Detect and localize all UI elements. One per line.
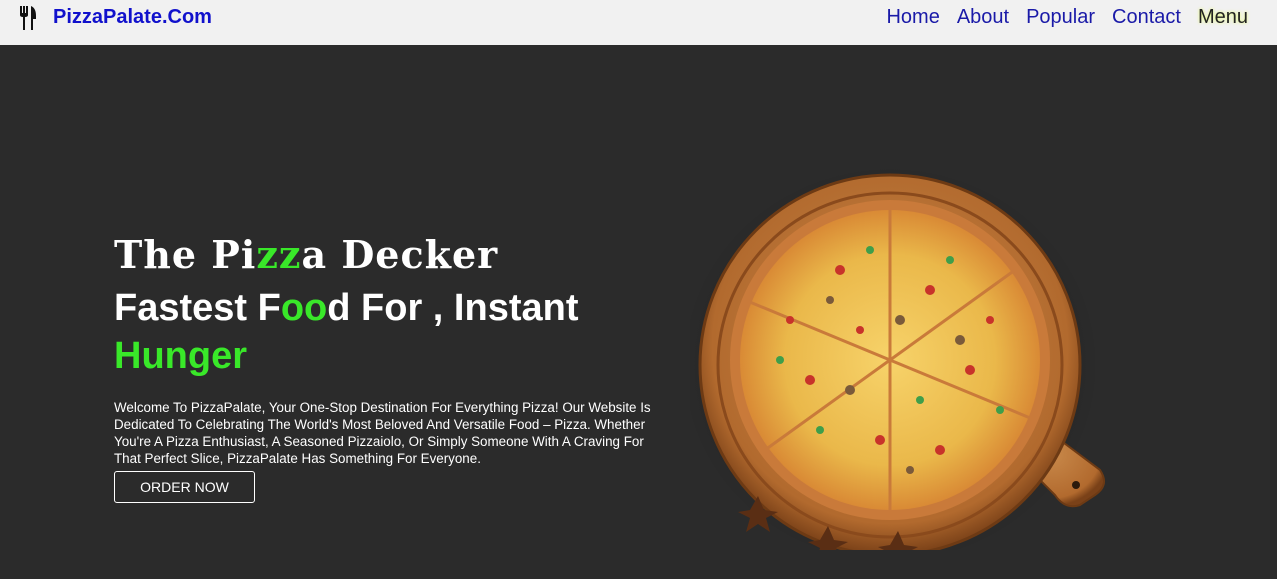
order-now-button[interactable]: ORDER NOW	[114, 471, 255, 503]
nav-link-about[interactable]: About	[957, 6, 1009, 29]
hero-section: The Pizza Decker Fastest Food For , Inst…	[0, 45, 1277, 579]
hero-tagline: The Pizza Decker	[114, 232, 498, 277]
tagline-part-1: The Pi	[114, 232, 257, 277]
brand-logo-link[interactable]: PizzaPalate.Com	[53, 6, 212, 29]
headline-highlight-food: oo	[280, 287, 328, 329]
headline-part-2: d For , Instant	[327, 287, 579, 329]
headline-part-1: Fastest F	[114, 287, 281, 329]
pizza-on-board-image	[690, 165, 1105, 550]
navbar: PizzaPalate.Com Home About Popular Conta…	[0, 0, 1277, 45]
nav-link-contact[interactable]: Contact	[1112, 6, 1181, 29]
tagline-part-2: a Decker	[301, 232, 499, 277]
nav-link-menu[interactable]: Menu	[1198, 6, 1248, 29]
nav-link-popular[interactable]: Popular	[1026, 6, 1095, 29]
nav-links: Home About Popular Contact Menu	[886, 6, 1248, 29]
utensils-icon	[20, 6, 36, 30]
hero-headline: Fastest Food For , Instant Hunger	[114, 284, 674, 380]
hero-description: Welcome To PizzaPalate, Your One-Stop De…	[114, 400, 651, 467]
nav-link-home[interactable]: Home	[886, 6, 939, 29]
tagline-highlight: zz	[256, 232, 302, 277]
headline-highlight-hunger: Hunger	[114, 335, 247, 377]
